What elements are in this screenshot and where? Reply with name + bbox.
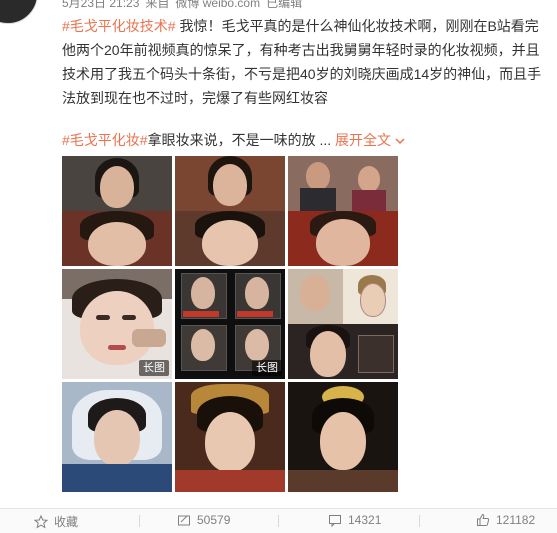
image-7[interactable] [62, 382, 172, 492]
post-source[interactable]: 微博 weibo.com [175, 0, 260, 10]
image-1[interactable] [62, 156, 172, 266]
repost-count: 50579 [197, 513, 231, 527]
divider [139, 515, 140, 527]
image-3[interactable] [288, 156, 398, 266]
post-body-2: 拿眼妆来说，不是一味的放 ... [147, 132, 332, 148]
long-image-badge: 长图 [252, 360, 282, 376]
source-prefix: 来自 [145, 0, 170, 10]
like-count: 121182 [496, 513, 536, 527]
favorite-label: 收藏 [54, 515, 79, 529]
long-image-badge: 长图 [139, 360, 169, 376]
image-5[interactable]: 长图 [175, 269, 285, 379]
favorite-button[interactable]: 收藏 [33, 513, 79, 530]
like-button[interactable]: 121182 [476, 513, 535, 527]
image-2[interactable] [175, 156, 285, 266]
image-8[interactable] [175, 382, 285, 492]
action-bar: 收藏 50579 14321 121182 [0, 508, 557, 533]
post-text: #毛戈平化妆技术# 我惊！毛戈平真的是什么神仙化妆技术啊，刚刚在B站看完他两个2… [62, 14, 544, 110]
avatar[interactable] [0, 0, 38, 24]
image-6[interactable] [288, 269, 398, 379]
star-icon [33, 514, 49, 529]
chevron-down-icon [395, 130, 405, 152]
repost-button[interactable]: 50579 [177, 513, 230, 527]
hashtag-link[interactable]: #毛戈平化妆技术# [62, 18, 176, 34]
divider [419, 515, 420, 527]
thumbs-up-icon [476, 513, 490, 527]
image-9[interactable] [288, 382, 398, 492]
divider [278, 515, 279, 527]
expand-label: 展开全文 [335, 132, 392, 148]
image-4[interactable]: 长图 [62, 269, 172, 379]
comment-icon [328, 513, 342, 528]
post-text-second: #毛戈平化妆#拿眼妆来说，不是一味的放 ... 展开全文 [62, 129, 544, 152]
image-grid: 长图 长图 [62, 156, 398, 496]
expand-full-text-link[interactable]: 展开全文 [335, 132, 405, 148]
post-date[interactable]: 5月23日 21:23 [62, 0, 139, 10]
comment-button[interactable]: 14321 [328, 513, 382, 528]
repost-icon [177, 513, 191, 527]
edited-status[interactable]: 已编辑 [266, 0, 302, 10]
comment-count: 14321 [348, 513, 382, 527]
hashtag-link-2[interactable]: #毛戈平化妆# [62, 132, 148, 148]
post-meta: 5月23日 21:23 来自 微博 weibo.com 已编辑 [62, 0, 308, 10]
